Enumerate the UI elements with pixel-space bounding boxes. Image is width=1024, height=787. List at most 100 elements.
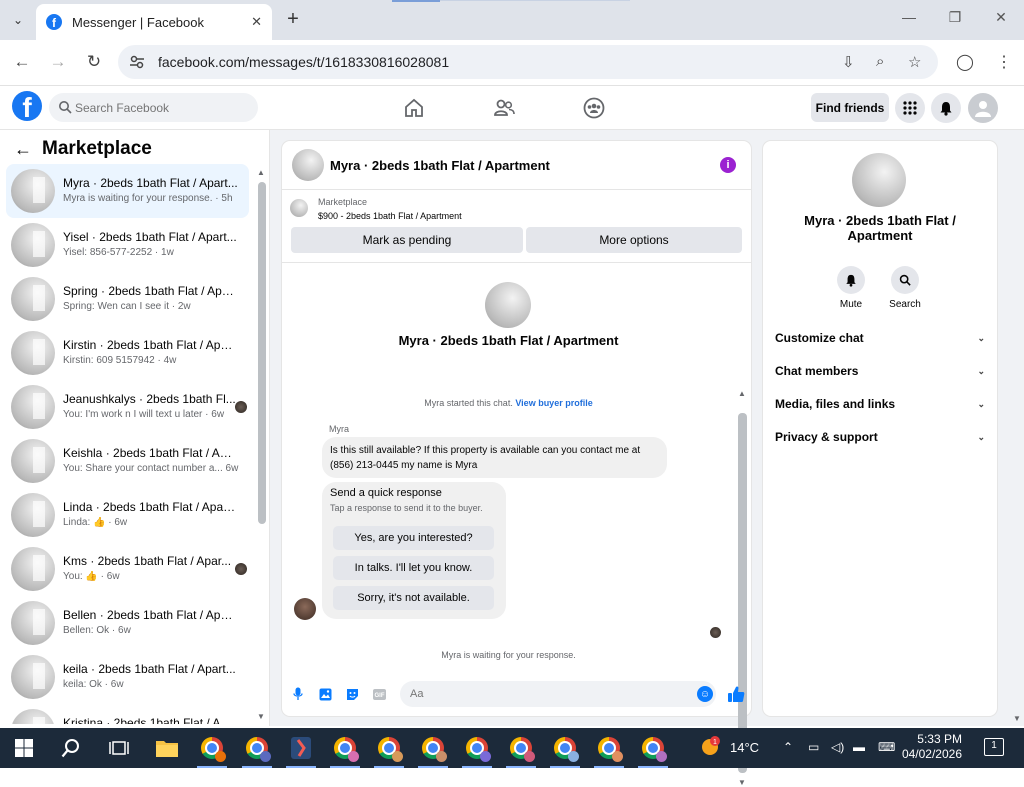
microphone-icon[interactable] [291, 687, 305, 701]
media-files-links-section[interactable]: Media, files and links ⌄ [775, 394, 985, 414]
close-window-icon[interactable]: ✕ [986, 9, 1016, 26]
conversation-name: Bellen · 2beds 1bath Flat / Apar... [63, 608, 238, 622]
menu-grid-icon[interactable] [895, 93, 925, 123]
chrome-icon[interactable] [553, 736, 579, 762]
install-app-icon[interactable]: ⇩ [842, 53, 855, 71]
thumbs-up-icon[interactable] [726, 684, 746, 704]
pinned-app-icon[interactable] [289, 736, 313, 760]
search-icon[interactable] [59, 736, 83, 760]
new-tab-icon[interactable]: + [282, 8, 304, 31]
account-avatar-icon[interactable] [968, 93, 998, 123]
profile-icon[interactable]: ◯ [956, 52, 974, 72]
friends-icon[interactable] [492, 96, 516, 120]
quick-response-option[interactable]: Sorry, it's not available. [333, 586, 494, 610]
camera-icon[interactable]: ▭ [808, 740, 819, 754]
chrome-icon[interactable] [245, 736, 271, 762]
listing-title[interactable]: $900 - 2beds 1bath Flat / Apartment [318, 211, 462, 221]
listing-thumbnail [11, 277, 55, 321]
scroll-up-icon[interactable]: ▲ [738, 389, 746, 398]
profile-avatar[interactable] [485, 282, 531, 328]
conversation-item[interactable]: Kms · 2beds 1bath Flat / Apar... You: 👍 ·… [6, 542, 249, 596]
conversation-item[interactable]: Kristina · 2beds 1bath Flat / A... [6, 704, 249, 724]
conversation-item[interactable]: Jeanushkalys · 2beds 1bath Fl... You: I'm… [6, 380, 249, 434]
notification-center-icon[interactable]: 1 [984, 738, 1004, 756]
conversation-item[interactable]: Myra · 2beds 1bath Flat / Apart... Myra i… [6, 164, 249, 218]
scroll-down-icon[interactable]: ▼ [257, 712, 265, 721]
forward-icon[interactable]: → [46, 52, 70, 72]
conversation-item[interactable]: Bellen · 2beds 1bath Flat / Apar... Belle… [6, 596, 249, 650]
reload-icon[interactable]: ↻ [82, 52, 106, 72]
details-avatar[interactable] [852, 153, 906, 207]
mute-button[interactable]: Mute [831, 266, 871, 310]
chat-title[interactable]: Myra · 2beds 1bath Flat / Apartment [330, 158, 550, 173]
chrome-icon[interactable] [465, 736, 491, 762]
bookmark-star-icon[interactable]: ☆ [908, 53, 921, 71]
back-icon[interactable]: ← [10, 52, 34, 72]
restore-icon[interactable]: ❐ [940, 9, 970, 26]
quick-response-option[interactable]: Yes, are you interested? [333, 526, 494, 550]
chrome-icon[interactable] [200, 736, 226, 762]
listing-thumbnail[interactable] [290, 199, 308, 217]
customize-chat-section[interactable]: Customize chat ⌄ [775, 328, 985, 348]
info-icon[interactable]: i [720, 157, 736, 173]
sender-name: Myra [329, 424, 349, 434]
site-settings-icon[interactable] [128, 53, 146, 71]
find-friends-button[interactable]: Find friends [811, 93, 889, 122]
minimize-icon[interactable]: — [894, 9, 924, 25]
conversation-item[interactable]: Yisel · 2beds 1bath Flat / Apart... Yisel… [6, 218, 249, 272]
groups-icon[interactable] [582, 96, 606, 120]
notifications-bell-icon[interactable] [931, 93, 961, 123]
weather-temperature[interactable]: 14°C [730, 740, 759, 755]
keyboard-icon[interactable]: ⌨ [878, 740, 895, 754]
chat-members-section[interactable]: Chat members ⌄ [775, 361, 985, 381]
address-bar[interactable]: facebook.com/messages/t/1618330816028081… [118, 45, 938, 79]
task-view-icon[interactable] [107, 736, 131, 760]
message-input[interactable] [400, 681, 716, 707]
emoji-icon[interactable]: ☺ [697, 686, 713, 702]
chrome-icon[interactable] [641, 736, 667, 762]
sender-avatar[interactable] [294, 598, 316, 620]
conversation-item[interactable]: keila · 2beds 1bath Flat / Apart... keila… [6, 650, 249, 704]
inbox-scrollbar[interactable] [258, 182, 266, 524]
more-options-button[interactable]: More options [526, 227, 742, 253]
browser-tab[interactable]: f Messenger | Facebook ✕ [36, 4, 272, 40]
tab-search-chevron-icon[interactable]: ⌄ [6, 9, 30, 31]
sticker-icon[interactable] [345, 687, 359, 701]
search-in-chat-button[interactable]: Search [885, 266, 925, 310]
weather-icon[interactable]: 1 [698, 734, 722, 758]
conversation-item[interactable]: Keishla · 2beds 1bath Flat / Apa... You: … [6, 434, 249, 488]
chat-avatar[interactable] [292, 149, 324, 181]
show-hidden-icons-icon[interactable]: ⌃ [783, 740, 793, 754]
scroll-up-icon[interactable]: ▲ [257, 168, 265, 177]
system-clock[interactable]: 5:33 PM 04/02/2026 [900, 732, 962, 762]
thread-scrollbar[interactable] [738, 413, 747, 773]
chrome-icon[interactable] [597, 736, 623, 762]
conversation-item[interactable]: Spring · 2beds 1bath Flat / Apar... Sprin… [6, 272, 249, 326]
scroll-down-icon[interactable]: ▼ [1013, 714, 1021, 723]
view-buyer-profile-link[interactable]: View buyer profile [515, 398, 592, 408]
conversation-item[interactable]: Linda · 2beds 1bath Flat / Apart... Linda… [6, 488, 249, 542]
photo-icon[interactable] [318, 687, 332, 701]
chrome-icon[interactable] [377, 736, 403, 762]
mark-as-pending-button[interactable]: Mark as pending [291, 227, 523, 253]
facebook-logo-icon[interactable]: f [12, 91, 42, 121]
network-icon[interactable]: ▬ [853, 740, 865, 754]
file-explorer-icon[interactable] [155, 736, 179, 760]
facebook-search-input[interactable] [49, 93, 258, 122]
message-bubble[interactable]: Is this still available? If this propert… [322, 437, 667, 478]
close-tab-icon[interactable]: ✕ [251, 14, 262, 30]
privacy-support-section[interactable]: Privacy & support ⌄ [775, 427, 985, 447]
home-icon[interactable] [402, 96, 426, 120]
quick-response-option[interactable]: In talks. I'll let you know. [333, 556, 494, 580]
windows-start-icon[interactable] [12, 736, 36, 760]
chrome-icon[interactable] [333, 736, 359, 762]
scroll-down-icon[interactable]: ▼ [738, 778, 746, 787]
chrome-menu-icon[interactable]: ⋮ [996, 52, 1012, 72]
volume-icon[interactable]: ◁) [831, 740, 844, 754]
conversation-item[interactable]: Kirstin · 2beds 1bath Flat / Apar... Kirs… [6, 326, 249, 380]
back-arrow-icon[interactable]: ← [14, 139, 32, 160]
zoom-icon[interactable]: ⌕ [876, 53, 884, 70]
chrome-icon[interactable] [509, 736, 535, 762]
chrome-icon[interactable] [421, 736, 447, 762]
gif-icon[interactable]: GIF [372, 687, 386, 701]
